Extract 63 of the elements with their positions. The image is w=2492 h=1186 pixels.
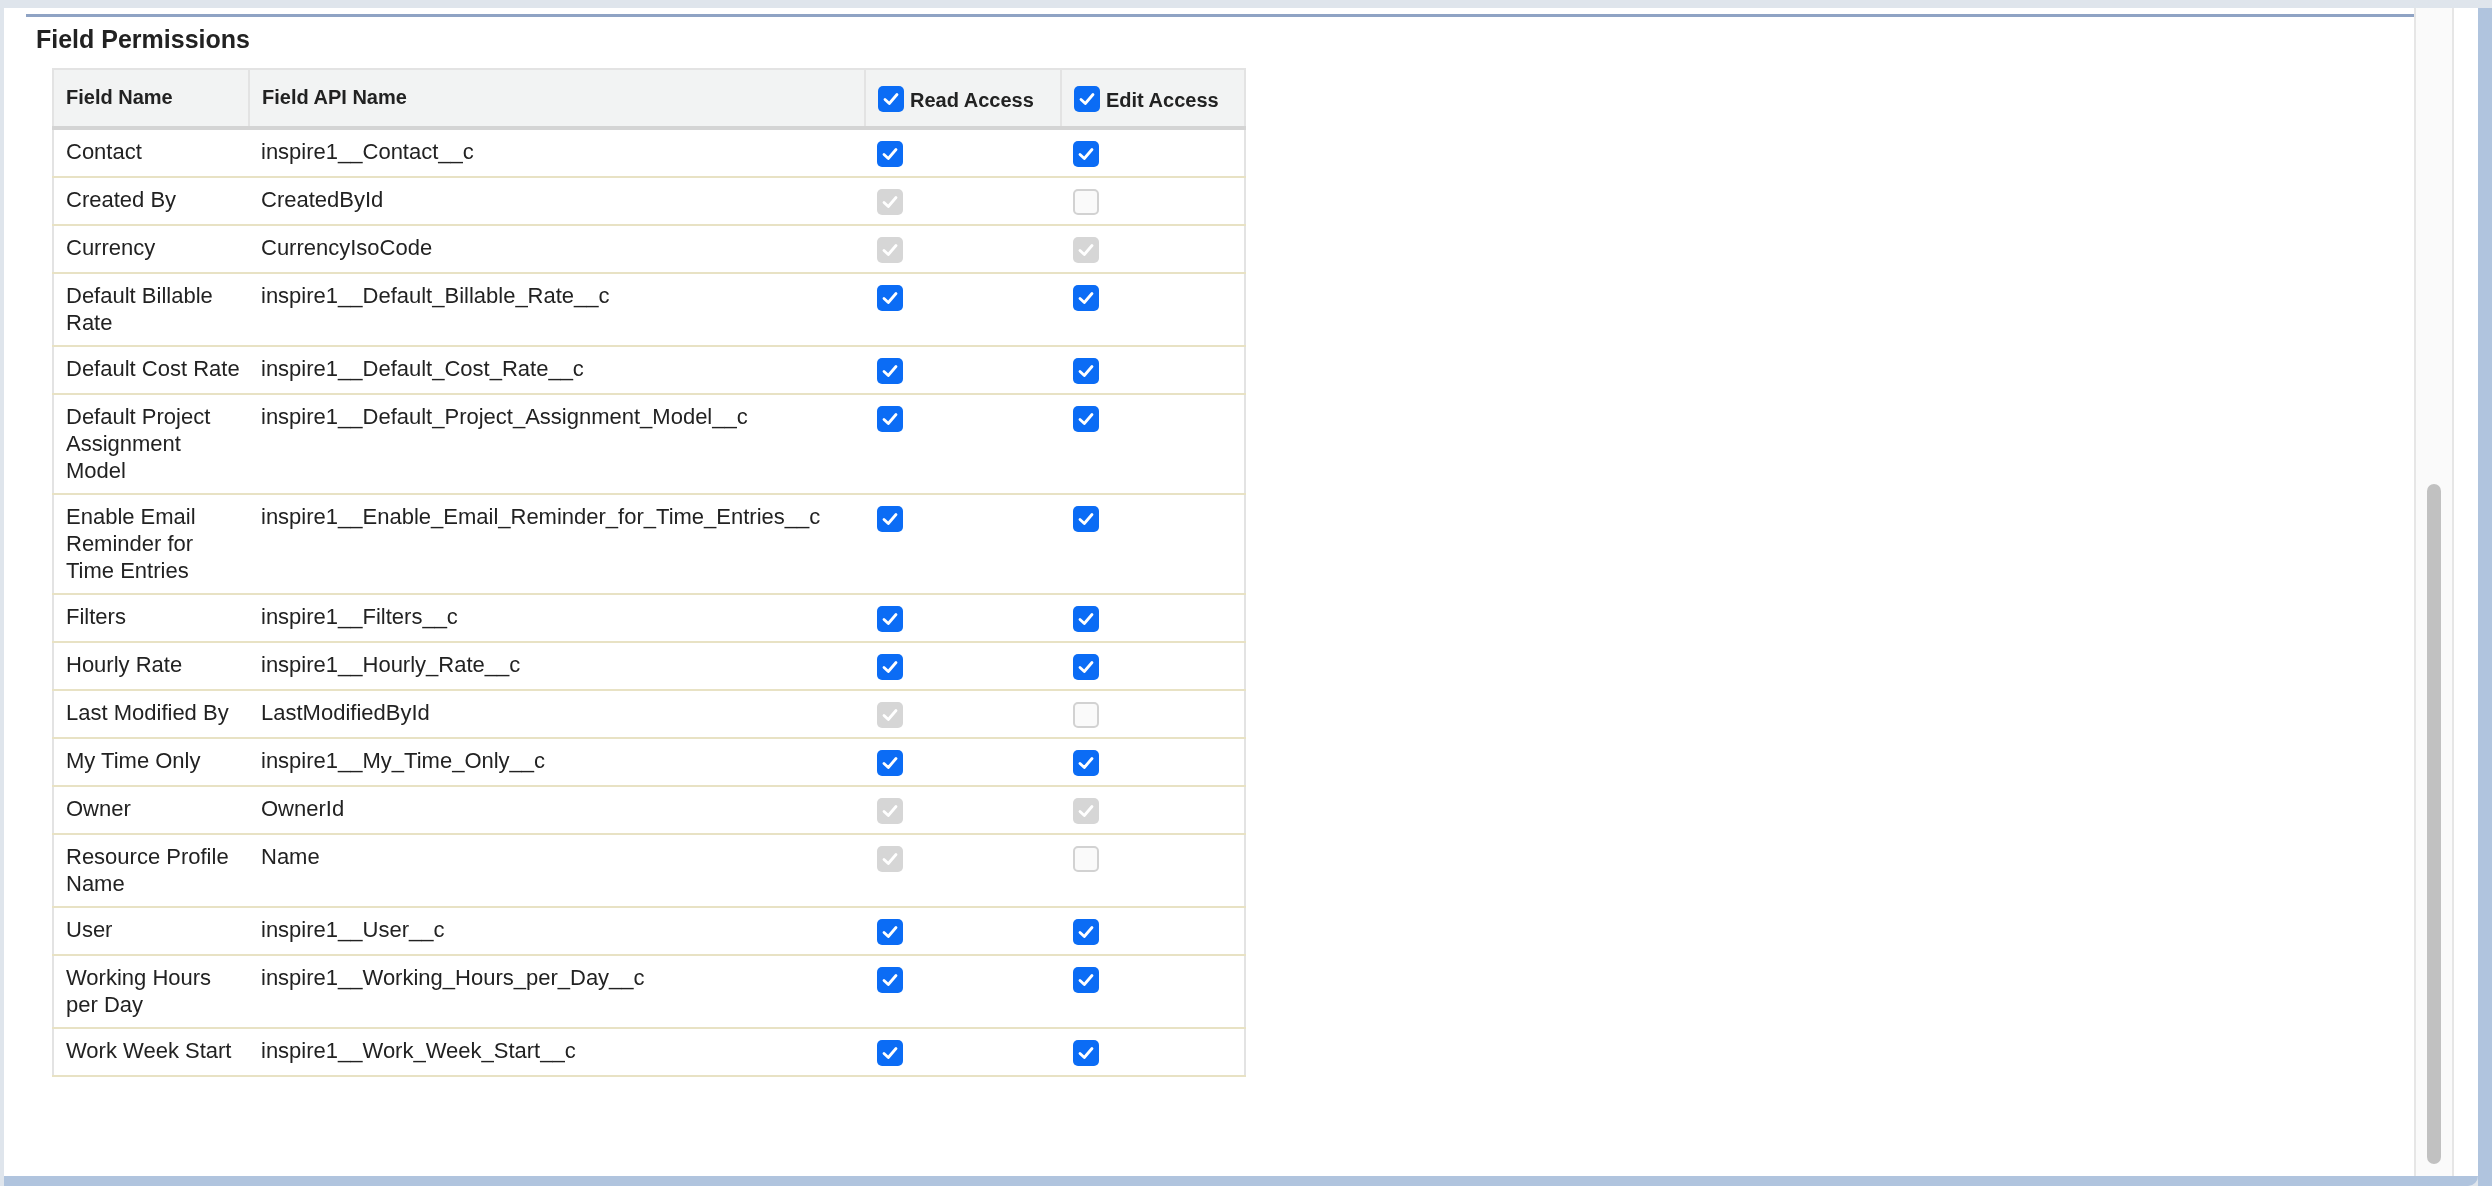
table-cell: Currency [53,225,249,273]
table-cell: Work Week Start [53,1028,249,1076]
table-cell: Filters [53,594,249,642]
checkbox[interactable] [1073,358,1099,384]
checkbox[interactable] [877,406,903,432]
table-cell: Name [249,834,865,907]
table-cell: LastModifiedById [249,690,865,738]
checkbox[interactable] [1073,506,1099,532]
table-cell: Default Billable Rate [53,273,249,346]
table-cell: Owner [53,786,249,834]
table-cell: inspire1__Work_Week_Start__c [249,1028,865,1076]
table-cell: inspire1__Enable_Email_Reminder_for_Time_Entries__c [249,494,865,594]
table-cell: Default Cost Rate [53,346,249,394]
checkbox[interactable] [877,358,903,384]
table-cell: Contact [53,128,249,177]
checkbox[interactable] [1073,919,1099,945]
column-label: Edit Access [1106,89,1219,112]
table-cell: Enable Email Reminder for Time Entries [53,494,249,594]
checkbox[interactable] [877,654,903,680]
table-cell: Created By [53,177,249,225]
checkbox[interactable] [877,285,903,311]
table-cell: User [53,907,249,955]
checkbox[interactable] [877,506,903,532]
table-cell: Hourly Rate [53,642,249,690]
checkbox[interactable] [877,1040,903,1066]
table-cell: Default Project Assignment Model [53,394,249,494]
checkbox[interactable] [1074,86,1100,112]
checkbox[interactable] [1073,285,1099,311]
column-label: Read Access [910,89,1034,112]
checkbox[interactable] [1073,750,1099,776]
table-cell: inspire1__Contact__c [249,128,865,177]
checkbox[interactable] [877,967,903,993]
checkbox[interactable] [877,919,903,945]
table-cell: inspire1__Default_Project_Assignment_Model__c [249,394,865,494]
table-cell: inspire1__Default_Billable_Rate__c [249,273,865,346]
checkbox[interactable] [1073,1040,1099,1066]
table-cell: inspire1__My_Time_Only__c [249,738,865,786]
table-cell: inspire1__Hourly_Rate__c [249,642,865,690]
checkbox[interactable] [1073,406,1099,432]
section-title: Field Permissions [36,25,251,54]
table-cell: CurrencyIsoCode [249,225,865,273]
table-cell: inspire1__Default_Cost_Rate__c [249,346,865,394]
table-cell: Last Modified By [53,690,249,738]
table-cell: Working Hours per Day [53,955,249,1028]
checkbox[interactable] [1073,967,1099,993]
table-cell: OwnerId [249,786,865,834]
checkbox[interactable] [878,86,904,112]
column-header: Field API Name [249,69,865,128]
scrollbar-thumb[interactable] [2427,484,2441,1164]
table-cell: inspire1__Filters__c [249,594,865,642]
checkbox[interactable] [877,141,903,167]
checkbox[interactable] [877,750,903,776]
table-cell: inspire1__User__c [249,907,865,955]
checkbox[interactable] [877,606,903,632]
checkbox[interactable] [1073,654,1099,680]
checkbox[interactable] [1073,141,1099,167]
column-header: Field Name [53,69,249,128]
checkbox[interactable] [1073,606,1099,632]
scrollbar[interactable] [2414,8,2454,1176]
table-cell: CreatedById [249,177,865,225]
table-cell: Resource Profile Name [53,834,249,907]
table-cell: inspire1__Working_Hours_per_Day__c [249,955,865,1028]
table-cell: My Time Only [53,738,249,786]
